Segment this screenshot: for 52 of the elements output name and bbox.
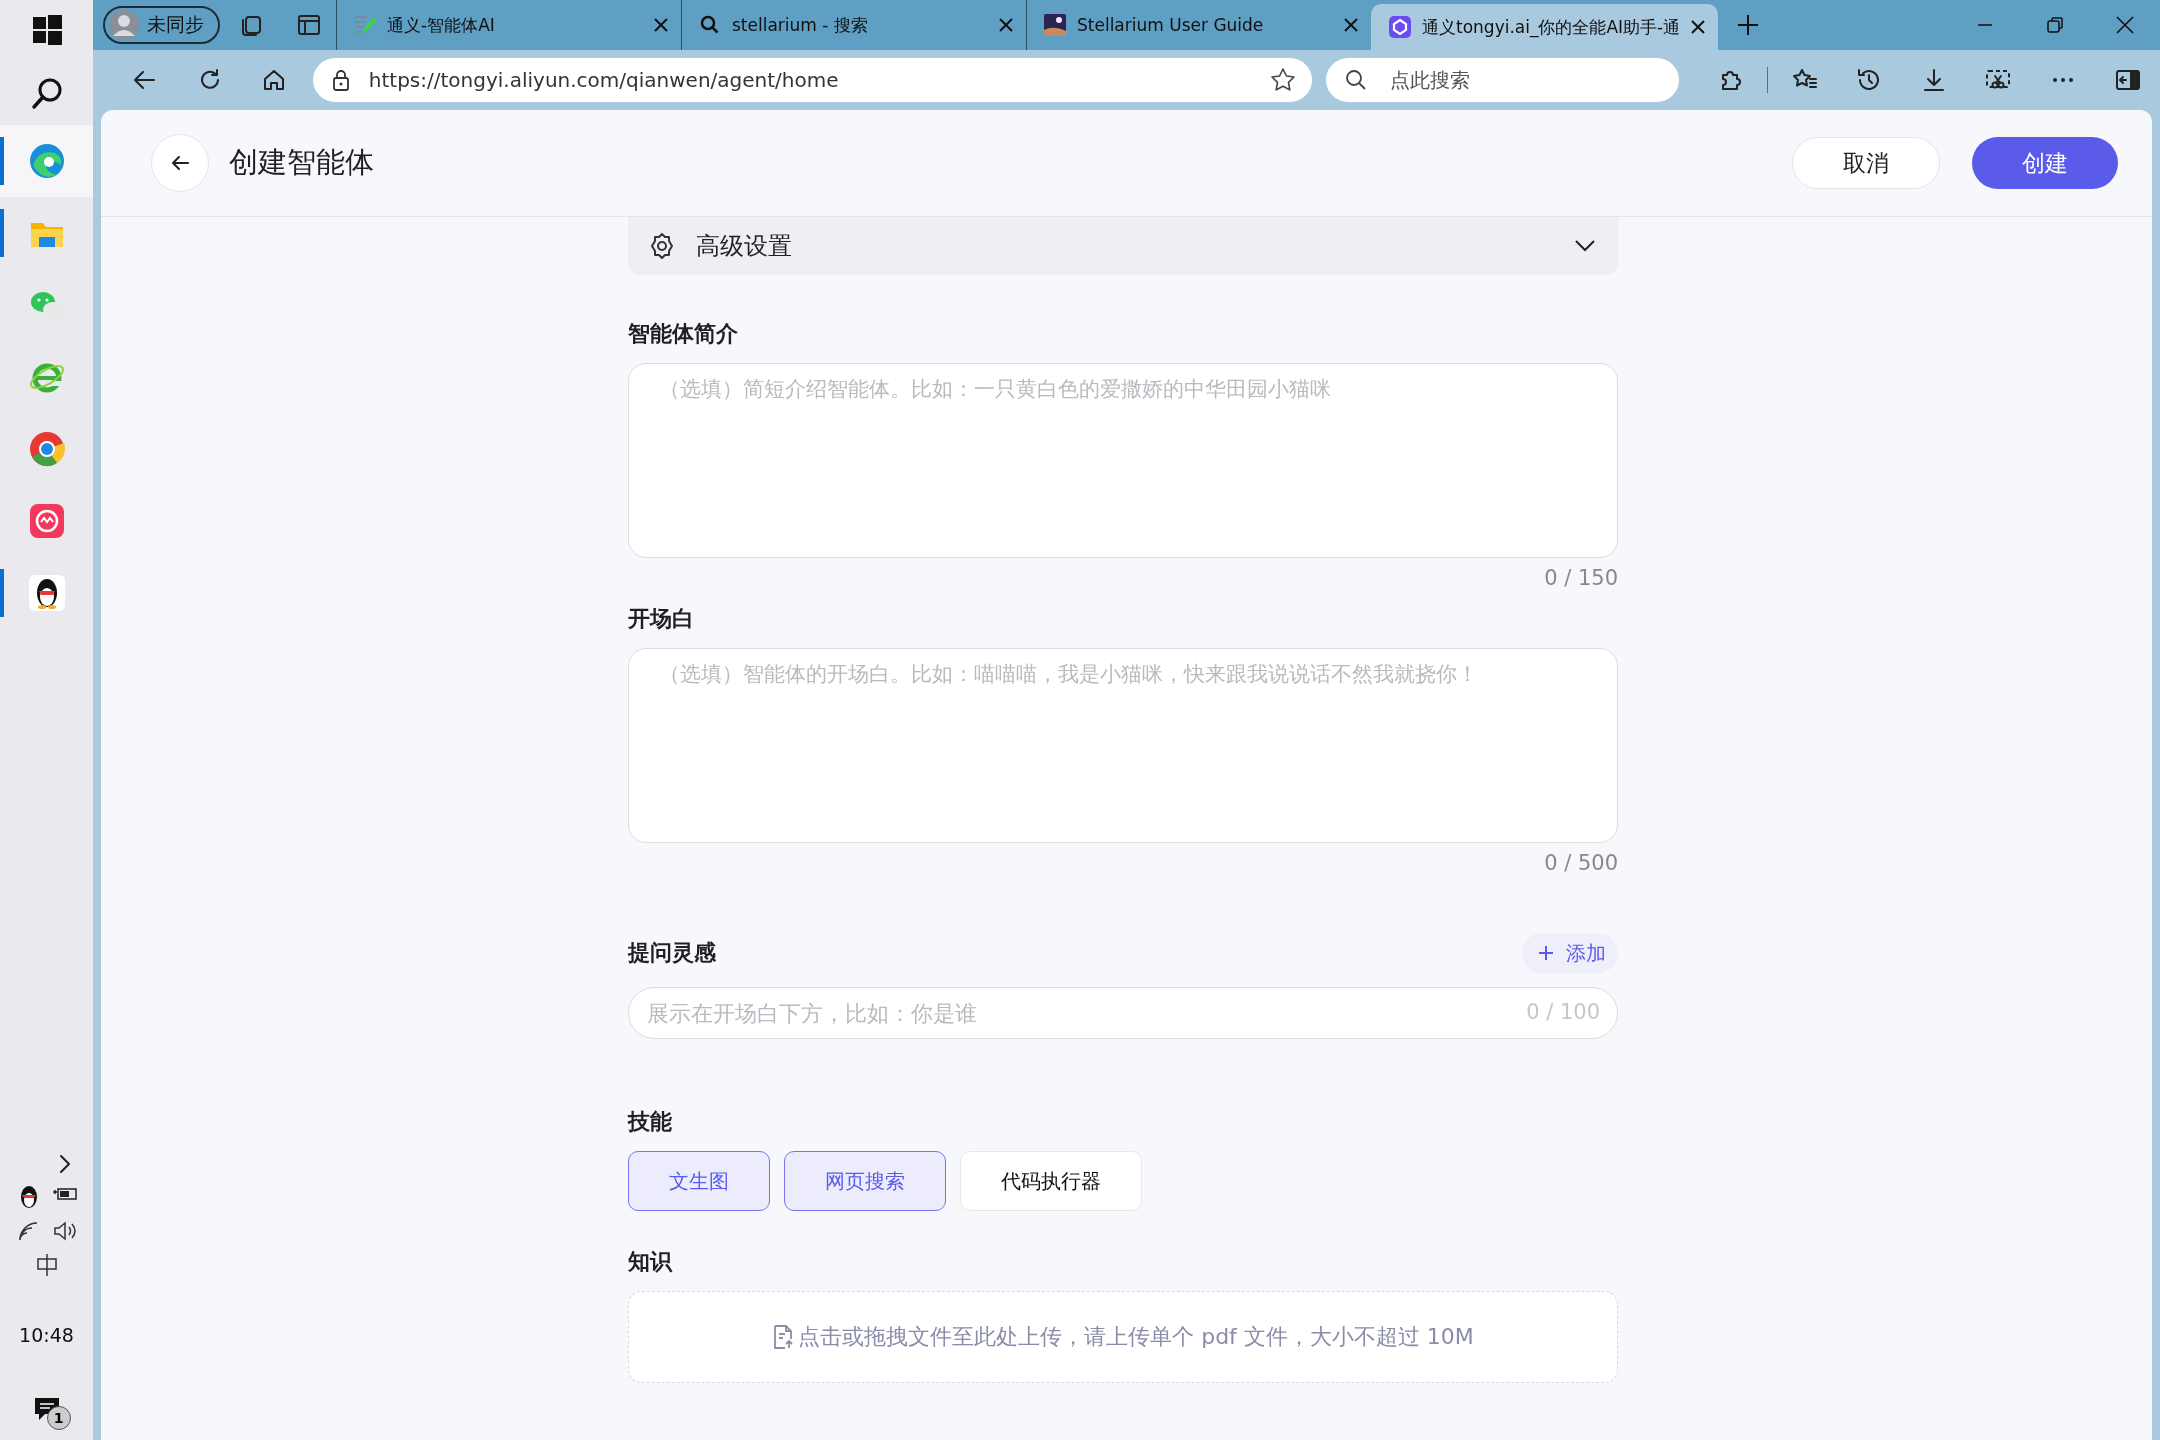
search-icon [1343,68,1368,92]
file-upload-icon [772,1324,795,1350]
skill-chip[interactable]: 网页搜索 [784,1151,946,1211]
address-bar[interactable]: https://tongyi.aliyun.com/qianwen/agent/home [312,58,1312,102]
create-button[interactable]: 创建 [1972,137,2118,189]
plus-icon [1538,945,1554,961]
section-label: 开场白 [628,605,695,633]
section-label: 知识 [628,1248,674,1276]
plus-icon[interactable] [1737,14,1760,36]
cancel-button[interactable]: 取消 [1792,137,1940,189]
sidebar-icon[interactable] [2114,67,2141,93]
browser-tab[interactable]: 通义-智能体AI [336,0,681,50]
chevron-down-icon [1574,239,1596,253]
lock-icon [330,68,351,92]
notification-badge: 1 [46,1406,71,1430]
settings-icon [648,232,676,260]
skill-chip[interactable]: 文生图 [628,1151,770,1211]
close-icon[interactable] [653,17,669,33]
star-icon[interactable] [1269,67,1296,93]
section-label: 技能 [628,1108,673,1136]
profile-button[interactable]: 未同步 [103,6,220,44]
advanced-settings-bar[interactable]: 高级设置 [628,217,1618,275]
browser-tab[interactable]: stellarium - 搜索 [681,0,1026,50]
volume-icon[interactable] [51,1220,78,1242]
section-label: 智能体简介 [628,320,739,348]
char-counter: 0 / 150 [1543,566,1618,590]
opening-field[interactable]: （选填）智能体的开场白。比如：喵喵喵，我是小猫咪，快来跟我说说话不然我就挠你！ [628,648,1618,843]
close-icon[interactable] [998,17,1014,33]
search-field[interactable]: 点此搜索 [1325,58,1679,102]
close-icon[interactable] [2114,14,2136,36]
section-label: 提问灵感 [628,939,716,967]
intro-field[interactable]: （选填）简短介绍智能体。比如：一只黄白色的爱撒娇的中华田园小猫咪 [628,363,1618,558]
windows-icon[interactable] [31,15,62,45]
skill-chip[interactable]: 代码执行器 [960,1151,1142,1211]
add-button[interactable]: 添加 [1522,933,1618,973]
feather-icon [353,13,377,37]
browser-tab[interactable]: 通义tongyi.ai_你的全能AI助手-通 [1371,4,1719,50]
avatar-icon [109,10,139,40]
page-title: 创建智能体 [229,144,375,181]
restore-icon[interactable] [2044,14,2066,36]
night-sky-icon [1043,13,1067,37]
input-method-icon[interactable] [34,1252,59,1278]
tab-actions-icon[interactable] [297,13,321,37]
close-icon[interactable] [1690,19,1707,35]
char-counter: 0 / 500 [1543,851,1618,875]
char-counter: 0 / 100 [1526,1000,1600,1024]
close-icon[interactable] [1343,17,1359,33]
browser-tab[interactable]: Stellarium User Guide [1026,0,1371,50]
clock[interactable]: 10:48 [19,1324,74,1346]
penguin-icon [26,573,67,613]
back-arrow-icon [170,153,190,173]
upload-area[interactable]: 点击或拖拽文件至此处上传，请上传单个 pdf 文件，大小不超过 10M [628,1291,1618,1383]
